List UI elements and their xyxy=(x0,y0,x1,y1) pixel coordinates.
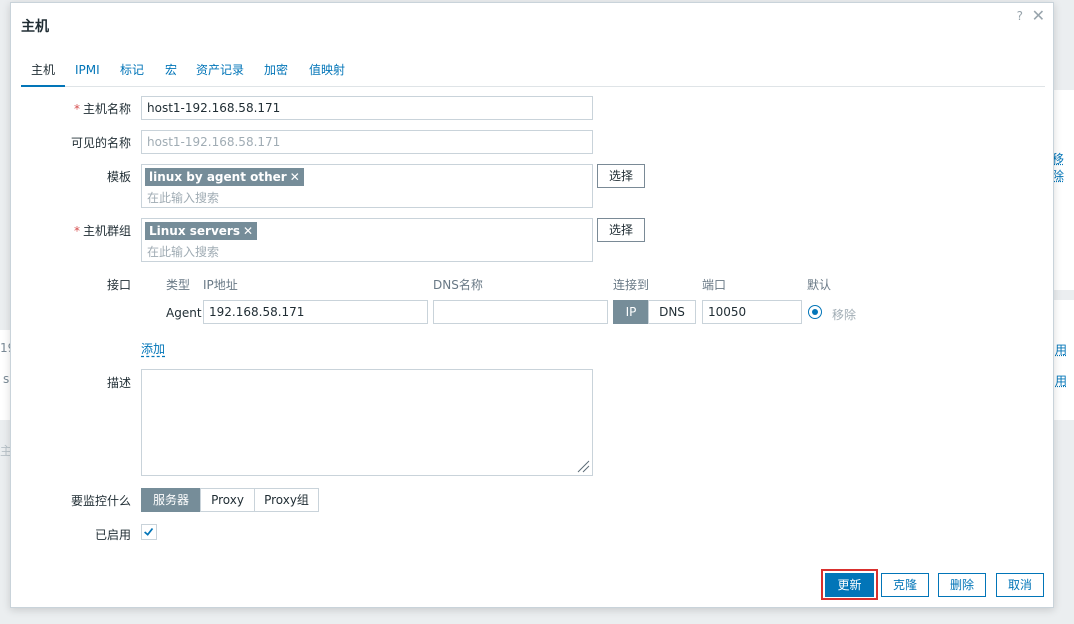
bg-link: 用 xyxy=(1055,343,1068,357)
clone-button[interactable]: 克隆 xyxy=(881,573,929,597)
tab-value-mapping[interactable]: 值映射 xyxy=(299,61,355,87)
remove-chip-icon[interactable]: ✕ xyxy=(243,224,253,238)
host-dialog: 主机 ? ✕ 主机 IPMI 标记 宏 资产记录 加密 值映射 *主机名称 可见… xyxy=(10,2,1054,608)
iface-remove-link[interactable]: 移除 xyxy=(832,306,856,323)
add-interface-link[interactable]: 添加 xyxy=(141,340,165,357)
close-icon[interactable]: ✕ xyxy=(1032,6,1045,25)
visible-name-input[interactable] xyxy=(141,130,593,154)
host-groups-search-placeholder[interactable]: 在此输入搜索 xyxy=(147,243,219,260)
template-chip: linux by agent other ✕ xyxy=(145,168,304,186)
templates-select-button[interactable]: 选择 xyxy=(597,164,645,188)
iface-default-header: 默认 xyxy=(807,278,832,292)
iface-port-header: 端口 xyxy=(702,278,727,292)
host-name-label: * 主机名称 xyxy=(73,102,131,116)
monitored-by-server[interactable]: 服务器 xyxy=(141,488,201,512)
interfaces-label: 接口 xyxy=(106,278,131,292)
iface-port-input[interactable] xyxy=(702,300,802,324)
bg-panel xyxy=(1054,90,1074,290)
host-groups-multiselect[interactable]: Linux servers ✕ 在此输入搜索 xyxy=(141,218,593,262)
bg-link: 用 xyxy=(1055,374,1068,388)
host-groups-select-button[interactable]: 选择 xyxy=(597,218,645,242)
dialog-title: 主机 xyxy=(21,19,49,35)
description-textarea[interactable] xyxy=(141,369,593,476)
default-interface-radio[interactable] xyxy=(808,305,822,319)
bg-text: s xyxy=(3,372,10,386)
iface-ip-header: IP地址 xyxy=(203,278,238,292)
resize-grip-icon[interactable] xyxy=(576,459,590,473)
host-groups-label: * 主机群组 xyxy=(73,224,131,238)
tab-inventory[interactable]: 资产记录 xyxy=(186,61,254,87)
host-group-chip: Linux servers ✕ xyxy=(145,222,258,240)
monitored-by-proxy-group[interactable]: Proxy组 xyxy=(254,488,319,512)
help-icon[interactable]: ? xyxy=(1017,9,1023,23)
update-button[interactable]: 更新 xyxy=(825,573,874,597)
tab-macros[interactable]: 宏 xyxy=(155,61,187,87)
tab-host[interactable]: 主机 xyxy=(21,61,66,87)
templates-label: 模板 xyxy=(106,170,131,184)
enabled-checkbox[interactable] xyxy=(141,524,157,540)
connect-ip-toggle[interactable]: IP xyxy=(613,300,649,324)
remove-chip-icon[interactable]: ✕ xyxy=(290,170,300,184)
connect-dns-toggle[interactable]: DNS xyxy=(648,300,696,324)
cancel-button[interactable]: 取消 xyxy=(996,573,1044,597)
tab-encryption[interactable]: 加密 xyxy=(254,61,298,87)
iface-connect-header: 连接到 xyxy=(613,278,650,292)
iface-dns-input[interactable] xyxy=(433,300,608,324)
enabled-label: 已启用 xyxy=(94,528,131,542)
tab-tags[interactable]: 标记 xyxy=(110,61,154,87)
templates-search-placeholder[interactable]: 在此输入搜索 xyxy=(147,189,219,206)
tab-bar: 主机 IPMI 标记 宏 资产记录 加密 值映射 xyxy=(21,61,1045,87)
delete-button[interactable]: 删除 xyxy=(938,573,986,597)
iface-dns-header: DNS名称 xyxy=(433,278,483,292)
description-label: 描述 xyxy=(106,376,131,390)
checkmark-icon xyxy=(144,527,154,536)
monitored-by-label: 要监控什么 xyxy=(70,494,131,508)
required-icon: * xyxy=(73,102,80,116)
iface-type-header: 类型 xyxy=(166,278,191,292)
bg-remove-link: 移除 xyxy=(1052,152,1065,183)
tab-ipmi[interactable]: IPMI xyxy=(65,61,110,87)
required-icon: * xyxy=(73,224,80,238)
visible-name-label: 可见的名称 xyxy=(70,136,131,150)
templates-multiselect[interactable]: linux by agent other ✕ 在此输入搜索 xyxy=(141,164,593,208)
bg-panel xyxy=(1054,300,1074,420)
iface-ip-input[interactable] xyxy=(203,300,428,324)
iface-type-agent: Agent xyxy=(166,306,202,320)
host-name-input[interactable] xyxy=(141,96,593,120)
monitored-by-proxy[interactable]: Proxy xyxy=(200,488,255,512)
